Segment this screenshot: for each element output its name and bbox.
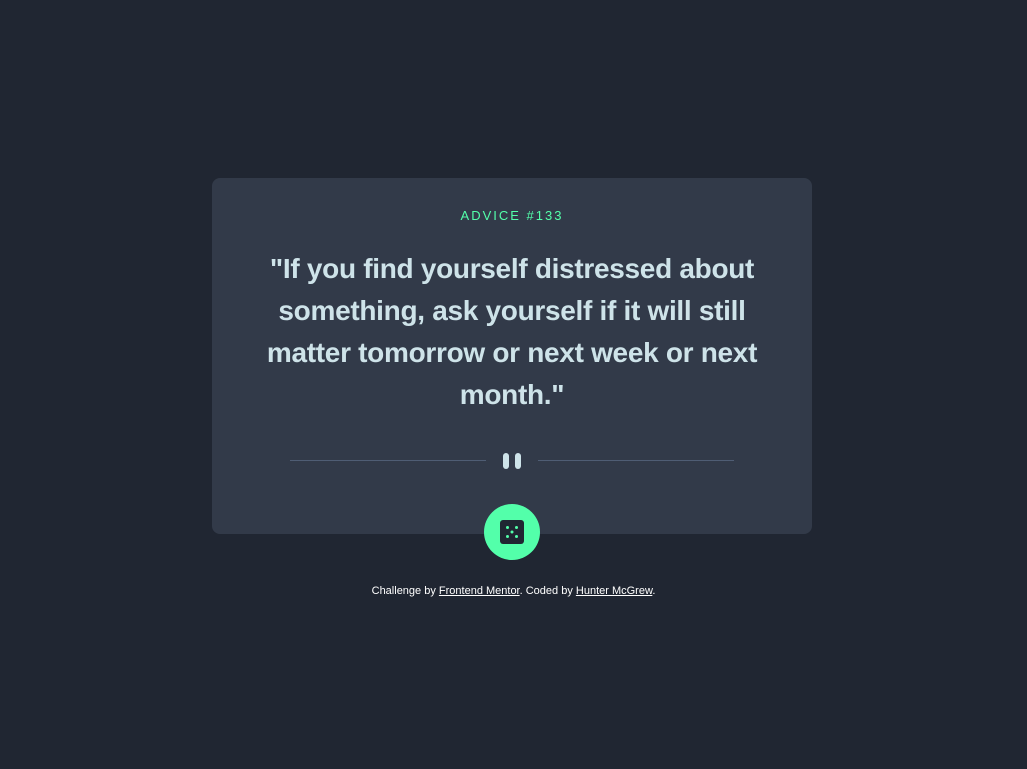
attribution: Challenge by Frontend Mentor. Coded by H… bbox=[0, 585, 1027, 597]
attribution-middle: . Coded by bbox=[519, 585, 576, 597]
advice-card: ADVICE #133 "If you find yourself distre… bbox=[212, 178, 812, 534]
author-link[interactable]: Hunter McGrew bbox=[576, 585, 652, 597]
attribution-prefix: Challenge by bbox=[371, 585, 439, 597]
advice-quote: "If you find yourself distressed about s… bbox=[266, 253, 758, 410]
divider-line-right bbox=[538, 460, 734, 461]
generate-advice-button[interactable] bbox=[484, 504, 540, 560]
pattern-divider bbox=[290, 452, 734, 470]
pause-icon bbox=[501, 452, 523, 470]
attribution-suffix: . bbox=[652, 585, 656, 597]
advice-id-label: ADVICE #133 bbox=[460, 208, 564, 223]
divider-line-left bbox=[290, 460, 486, 461]
dice-icon bbox=[500, 520, 524, 544]
frontend-mentor-link[interactable]: Frontend Mentor bbox=[439, 585, 520, 597]
